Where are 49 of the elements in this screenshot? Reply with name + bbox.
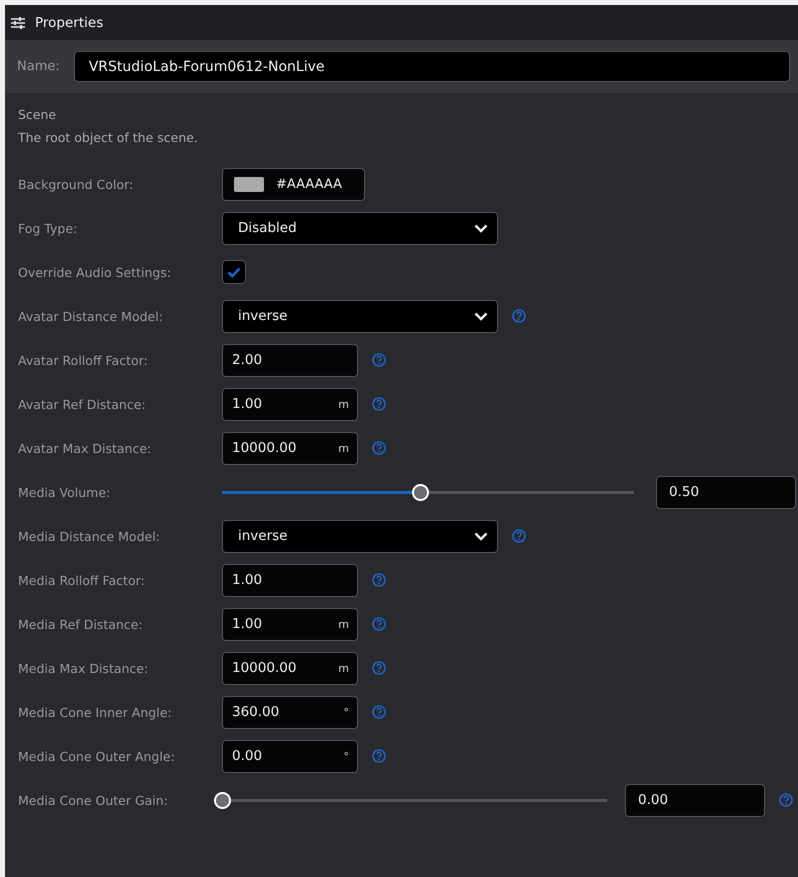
sliders-icon (11, 16, 25, 28)
checkmark-icon (227, 266, 241, 278)
field-label: Background Color: (18, 176, 134, 192)
field-label: Media Cone Outer Gain: (18, 792, 169, 808)
number-field[interactable]: 10000.00 m (222, 652, 358, 684)
chevron-down-icon (474, 224, 488, 232)
field-label: Avatar Max Distance: (18, 440, 152, 456)
color-field[interactable]: #AAAAAA (222, 168, 365, 200)
unit-label: ° (344, 706, 349, 718)
color-value: #AAAAAA (276, 176, 342, 192)
field-label: Media Cone Inner Angle: (18, 704, 173, 720)
unit-label: m (338, 662, 349, 674)
number-field[interactable]: 1.00 m (222, 388, 358, 420)
field-label: Fog Type: (18, 220, 78, 236)
section-description: The root object of the scene. (18, 130, 199, 147)
name-label: Name: (17, 59, 60, 74)
field-label: Media Ref Distance: (18, 616, 144, 632)
field-label: Media Cone Outer Angle: (18, 748, 176, 764)
chevron-down-icon (474, 532, 488, 540)
number-field[interactable]: 10000.00 m (222, 432, 358, 464)
field-label: Media Volume: (18, 484, 112, 500)
field-label: Override Audio Settings: (18, 264, 172, 280)
number-field[interactable]: 360.00 ° (222, 696, 358, 728)
slider-thumb[interactable] (412, 484, 429, 500)
value-field[interactable]: 0.50 (656, 476, 796, 508)
field-label: Avatar Distance Model: (18, 308, 164, 324)
number-field[interactable]: 0.00 ° (222, 740, 358, 772)
unit-label: m (338, 442, 349, 454)
dropdown[interactable]: Disabled (222, 212, 498, 244)
field-label: Avatar Rolloff Factor: (18, 352, 149, 368)
dropdown[interactable]: inverse (222, 300, 498, 332)
checkbox[interactable] (222, 260, 246, 284)
chevron-down-icon (474, 312, 488, 320)
number-field[interactable]: 2.00 (222, 344, 358, 376)
number-field[interactable]: 1.00 (222, 564, 358, 596)
number-field[interactable]: 1.00 m (222, 608, 358, 640)
unit-label: m (338, 618, 349, 630)
field-label: Avatar Ref Distance: (18, 396, 147, 412)
name-field[interactable]: VRStudioLab-Forum0612-NonLive (74, 51, 790, 82)
field-label: Media Max Distance: (18, 660, 150, 676)
value-field[interactable]: 0.00 (625, 784, 765, 816)
section-title: Scene (18, 106, 58, 124)
unit-label: m (338, 398, 349, 410)
panel-title: Properties (35, 14, 104, 30)
unit-label: ° (344, 750, 349, 762)
field-label: Media Rolloff Factor: (18, 572, 146, 588)
field-label: Media Distance Model: (18, 528, 161, 544)
slider-thumb[interactable] (214, 792, 231, 808)
dropdown[interactable]: inverse (222, 520, 498, 552)
